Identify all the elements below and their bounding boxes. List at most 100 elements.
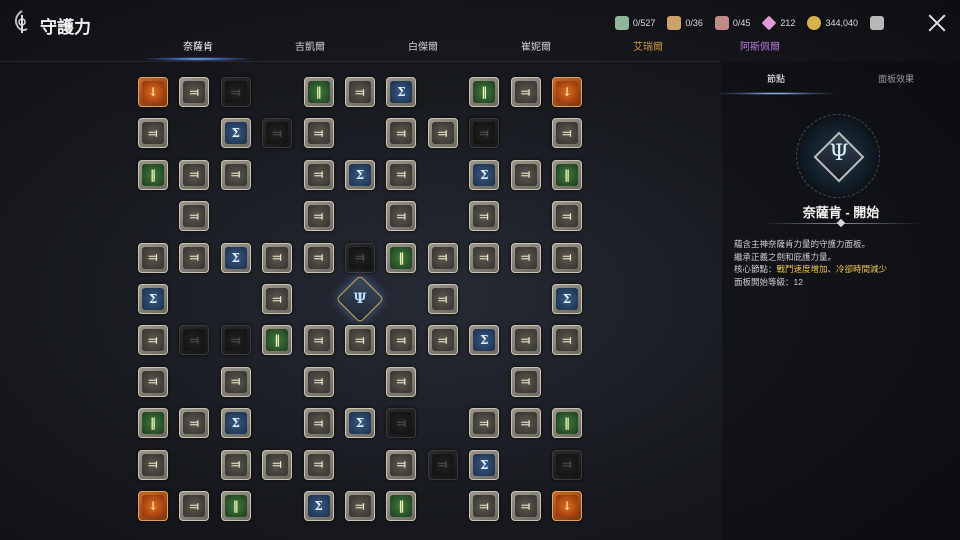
gray-node[interactable]: ⫤ — [552, 118, 582, 149]
green-node[interactable]: ‖ — [552, 408, 582, 439]
orange-node[interactable]: ↓ — [138, 77, 168, 107]
gray-node[interactable]: ⫤ — [386, 201, 417, 232]
locked-node[interactable]: ⫤ — [469, 118, 500, 149]
gray-node[interactable]: ⫤ — [303, 201, 334, 232]
locked-node[interactable]: ⫤ — [220, 325, 251, 356]
gray-node[interactable]: ⫤ — [386, 118, 417, 149]
gray-node[interactable]: ⫤ — [386, 449, 417, 480]
green-node[interactable]: ‖ — [138, 159, 168, 190]
gray-node[interactable]: ⫤ — [303, 242, 334, 273]
green-node[interactable]: ‖ — [386, 242, 417, 273]
locked-node[interactable]: ⫤ — [386, 408, 417, 439]
gray-node[interactable]: ⫤ — [138, 118, 168, 149]
gray-node[interactable]: ⫤ — [386, 366, 417, 397]
panel-tab-nodes[interactable]: 節點 — [716, 72, 836, 95]
blue-node[interactable]: Σ — [469, 449, 500, 480]
node-glyph-icon: ⫤ — [473, 122, 496, 145]
tab-4[interactable]: 艾瑞爾 — [608, 38, 688, 53]
gray-node[interactable]: ⫤ — [552, 325, 582, 356]
gray-node[interactable]: ⫤ — [220, 366, 251, 397]
panel-tab-effects[interactable]: 面板效果 — [846, 72, 946, 85]
gray-node[interactable]: ⫤ — [303, 449, 334, 480]
tab-1[interactable]: 吉凱爾 — [270, 38, 350, 53]
locked-node[interactable]: ⫤ — [262, 118, 293, 149]
orange-node[interactable]: ↓ — [552, 77, 582, 107]
gray-node[interactable]: ⫤ — [220, 449, 251, 480]
gray-node[interactable]: ⫤ — [220, 159, 251, 190]
orange-node[interactable]: ↓ — [138, 491, 168, 521]
blue-node[interactable]: Σ — [469, 159, 500, 190]
green-node[interactable]: ‖ — [262, 325, 293, 356]
tab-2[interactable]: 白傑爾 — [383, 38, 463, 53]
gray-node[interactable]: ⫤ — [179, 77, 210, 107]
gray-node[interactable]: ⫤ — [179, 159, 210, 190]
gray-node[interactable]: ⫤ — [262, 284, 293, 314]
gray-node[interactable]: ⫤ — [469, 408, 500, 439]
gray-node[interactable]: ⫤ — [262, 449, 293, 480]
gray-node[interactable]: ⫤ — [345, 325, 375, 356]
locked-node[interactable]: ⫤ — [179, 325, 210, 356]
blue-node[interactable]: Σ — [303, 491, 334, 521]
gray-node[interactable]: ⫤ — [303, 118, 334, 149]
blue-node[interactable]: Σ — [345, 159, 375, 190]
tab-3[interactable]: 崔妮爾 — [496, 38, 576, 53]
gray-node[interactable]: ⫤ — [138, 242, 168, 273]
green-node[interactable]: ‖ — [552, 159, 582, 190]
gray-node[interactable]: ⫤ — [303, 366, 334, 397]
gray-node[interactable]: ⫤ — [427, 242, 458, 273]
gray-node[interactable]: ⫤ — [138, 325, 168, 356]
resource-item: 344,040 — [807, 16, 858, 30]
gray-node[interactable]: ⫤ — [469, 491, 500, 521]
gray-node[interactable]: ⫤ — [510, 77, 541, 107]
gray-node[interactable]: ⫤ — [179, 408, 210, 439]
blue-node[interactable]: Σ — [220, 118, 251, 149]
blue-node[interactable]: Σ — [345, 408, 375, 439]
gray-node[interactable]: ⫤ — [138, 449, 168, 480]
gray-node[interactable]: ⫤ — [510, 408, 541, 439]
green-node[interactable]: ‖ — [138, 408, 168, 439]
gray-node[interactable]: ⫤ — [427, 284, 458, 314]
gray-node[interactable]: ⫤ — [138, 366, 168, 397]
gray-node[interactable]: ⫤ — [427, 325, 458, 356]
green-node[interactable]: ‖ — [386, 491, 417, 521]
gray-node[interactable]: ⫤ — [262, 242, 293, 273]
tab-5[interactable]: 阿斯佩爾 — [720, 38, 800, 53]
locked-node[interactable]: ⫤ — [427, 449, 458, 480]
blue-node[interactable]: Σ — [220, 242, 251, 273]
gray-node[interactable]: ⫤ — [469, 201, 500, 232]
tab-0[interactable]: 奈薩肯 — [144, 38, 252, 61]
gray-node[interactable]: ⫤ — [510, 366, 541, 397]
blue-node[interactable]: Σ — [469, 325, 500, 356]
orange-node[interactable]: ↓ — [552, 491, 582, 521]
gray-node[interactable]: ⫤ — [386, 325, 417, 356]
gray-node[interactable]: ⫤ — [345, 491, 375, 521]
blue-node[interactable]: Σ — [220, 408, 251, 439]
gray-node[interactable]: ⫤ — [179, 491, 210, 521]
locked-node[interactable]: ⫤ — [552, 449, 582, 480]
gray-node[interactable]: ⫤ — [345, 77, 375, 107]
green-node[interactable]: ‖ — [469, 77, 500, 107]
gray-node[interactable]: ⫤ — [303, 325, 334, 356]
gray-node[interactable]: ⫤ — [552, 242, 582, 273]
gray-node[interactable]: ⫤ — [427, 118, 458, 149]
blue-node[interactable]: Σ — [552, 284, 582, 314]
green-node[interactable]: ‖ — [220, 491, 251, 521]
green-node[interactable]: ‖ — [303, 77, 334, 107]
gray-node[interactable]: ⫤ — [303, 159, 334, 190]
locked-node[interactable]: ⫤ — [220, 77, 251, 107]
center-node[interactable]: Ψ — [335, 274, 385, 324]
gray-node[interactable]: ⫤ — [510, 325, 541, 356]
gray-node[interactable]: ⫤ — [179, 242, 210, 273]
gray-node[interactable]: ⫤ — [386, 159, 417, 190]
gray-node[interactable]: ⫤ — [552, 201, 582, 232]
gray-node[interactable]: ⫤ — [469, 242, 500, 273]
gray-node[interactable]: ⫤ — [510, 242, 541, 273]
blue-node[interactable]: Σ — [138, 284, 168, 314]
blue-node[interactable]: Σ — [386, 77, 417, 107]
close-button[interactable] — [928, 14, 946, 32]
locked-node[interactable]: ⫤ — [345, 242, 375, 273]
gray-node[interactable]: ⫤ — [510, 491, 541, 521]
gray-node[interactable]: ⫤ — [303, 408, 334, 439]
gray-node[interactable]: ⫤ — [510, 159, 541, 190]
gray-node[interactable]: ⫤ — [179, 201, 210, 232]
